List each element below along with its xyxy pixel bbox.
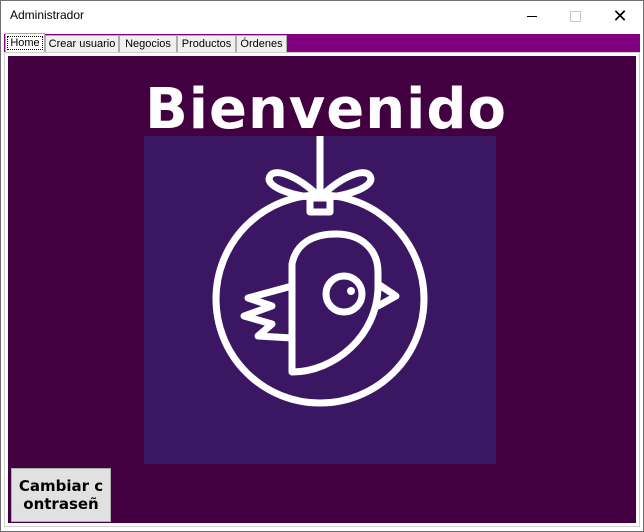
ornament-bird-icon xyxy=(212,136,428,407)
minimize-icon xyxy=(527,16,537,17)
close-button[interactable]: ✕ xyxy=(597,1,643,32)
change-password-button[interactable]: Cambiar contraseñ xyxy=(11,468,111,522)
tab-negocios-label: Negocios xyxy=(125,38,171,50)
tab-crear-usuario[interactable]: Crear usuario xyxy=(45,35,119,52)
tab-productos[interactable]: Productos xyxy=(177,35,236,52)
ornament-bird-logo xyxy=(144,136,496,464)
tab-strip: Home Crear usuario Negocios Productos Ór… xyxy=(4,33,640,52)
minimize-button[interactable] xyxy=(509,1,555,32)
home-content: Bienvenido Cambiar contraseñ xyxy=(8,56,636,523)
change-password-label: Cambiar contraseñ xyxy=(18,477,104,513)
tab-productos-label: Productos xyxy=(181,38,232,50)
tab-negocios[interactable]: Negocios xyxy=(119,35,177,52)
close-icon: ✕ xyxy=(612,5,628,27)
tab-crear-usuario-label: Crear usuario xyxy=(48,38,116,50)
maximize-button[interactable] xyxy=(552,1,598,32)
welcome-heading: Bienvenido xyxy=(145,77,507,142)
tab-page-home: Bienvenido Cambiar contraseñ xyxy=(4,52,640,527)
tab-ordenes[interactable]: Órdenes xyxy=(236,35,287,52)
maximize-icon xyxy=(569,11,581,22)
tab-ordenes-label: Órdenes xyxy=(240,38,283,50)
tab-home[interactable]: Home xyxy=(5,33,45,52)
window-title: Administrador xyxy=(10,8,85,22)
tab-home-label: Home xyxy=(7,36,43,50)
app-window: Administrador ✕ Home Crear usuario Negoc… xyxy=(0,0,644,532)
title-bar[interactable]: Administrador ✕ xyxy=(1,1,643,32)
